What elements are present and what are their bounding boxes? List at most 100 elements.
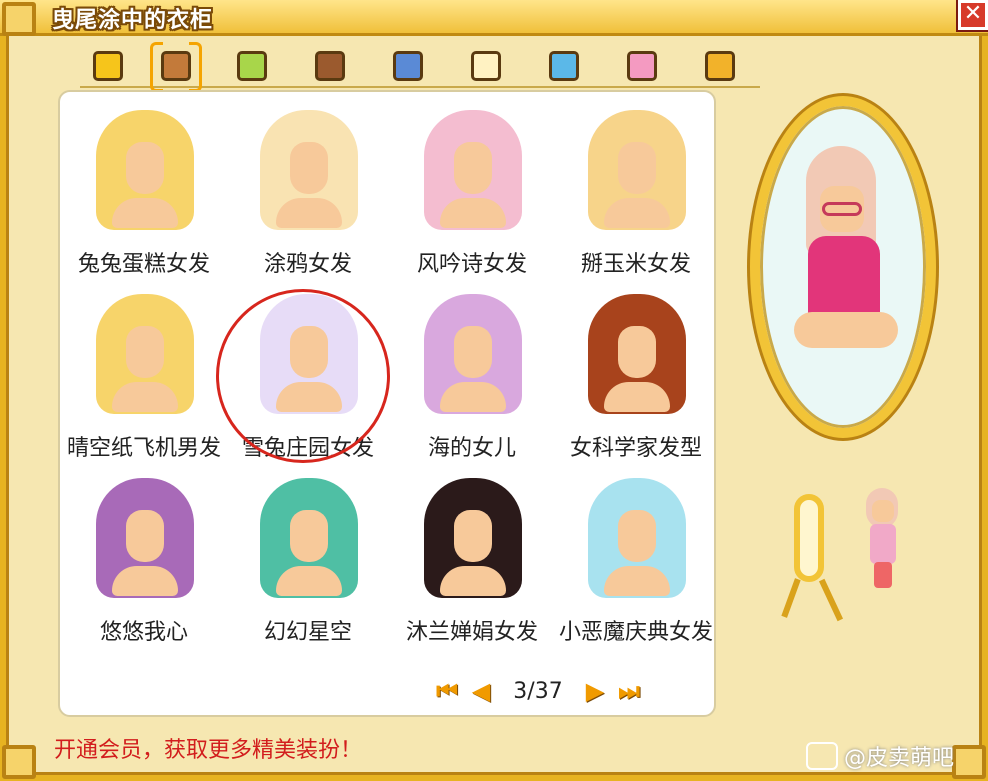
window-title: 曳尾涂中的衣柜 — [52, 8, 214, 33]
avatar-preview — [794, 146, 898, 386]
face — [454, 326, 492, 378]
shirt-icon — [237, 51, 267, 81]
mini-avatar-face — [872, 500, 894, 522]
category-tabs — [80, 40, 760, 92]
hair-item[interactable]: 沐兰婵娟女发 — [390, 468, 554, 652]
hair-preview — [96, 294, 194, 429]
corner-ornament — [952, 745, 986, 779]
hair-preview — [260, 478, 358, 613]
weibo-icon — [806, 742, 838, 770]
tab-hair[interactable] — [150, 42, 202, 92]
next-page-button[interactable]: ▶ — [578, 677, 612, 705]
torso — [440, 382, 506, 412]
face — [618, 142, 656, 194]
tab-star[interactable] — [86, 44, 130, 88]
standing-mirror-icon[interactable] — [780, 494, 852, 626]
hair-preview — [96, 478, 194, 613]
tab-shirt[interactable] — [230, 44, 274, 88]
corner-ornament — [2, 2, 36, 36]
corner-ornament — [2, 745, 36, 779]
hair-item-label: 风吟诗女发 — [416, 252, 527, 277]
hair-preview — [424, 478, 522, 613]
hair-item[interactable]: 海的女儿 — [390, 284, 554, 468]
hair-item-label: 涂鸦女发 — [263, 252, 352, 277]
preview-mirror — [750, 96, 936, 438]
hair-preview — [588, 478, 686, 613]
hair-item[interactable]: 兔兔蛋糕女发 — [62, 100, 226, 284]
star-icon — [93, 51, 123, 81]
watermark: @皮卖萌吧 — [806, 740, 954, 772]
face — [290, 510, 328, 562]
torso — [604, 198, 670, 228]
hair-item-label: 小恶魔庆典女发 — [558, 620, 713, 645]
mirror-leg — [781, 578, 801, 618]
hair-item[interactable]: 小恶魔庆典女发 — [554, 468, 718, 652]
mirror-leg — [818, 578, 844, 622]
hair-item-label: 沐兰婵娟女发 — [405, 620, 538, 645]
torso — [276, 566, 342, 596]
page-indicator: 3/37 — [513, 678, 563, 704]
hair-item-label: 晴空纸飞机男发 — [66, 436, 221, 461]
face — [454, 142, 492, 194]
tab-skirt[interactable] — [386, 44, 430, 88]
hair-item-label: 海的女儿 — [427, 436, 516, 461]
prev-page-button[interactable]: ◀ — [464, 677, 498, 705]
hair-item[interactable]: 女科学家发型 — [554, 284, 718, 468]
skirt-icon — [393, 51, 423, 81]
hair-preview — [260, 110, 358, 245]
hair-item[interactable]: 涂鸦女发 — [226, 100, 390, 284]
face — [126, 142, 164, 194]
tab-glasses[interactable] — [464, 44, 508, 88]
coat-icon — [315, 51, 345, 81]
hair-item[interactable]: 晴空纸飞机男发 — [62, 284, 226, 468]
first-page-button[interactable]: ⏮ — [430, 677, 464, 705]
highlight-circle — [216, 289, 390, 463]
mini-avatar — [862, 488, 902, 592]
hair-item[interactable]: 掰玉米女发 — [554, 100, 718, 284]
hat-icon — [549, 51, 579, 81]
title-bar: 曳尾涂中的衣柜 — [0, 0, 988, 36]
pagination: ⏮ ◀ 3/37 ▶ ⏭ — [430, 676, 646, 706]
hair-item[interactable]: 悠悠我心 — [62, 468, 226, 652]
hair-item-label: 幻幻星空 — [263, 620, 352, 645]
avatar-legs — [794, 312, 898, 348]
glasses-icon — [471, 51, 501, 81]
face — [126, 510, 164, 562]
hair-item-label: 悠悠我心 — [99, 620, 188, 645]
mini-avatar-legs — [874, 562, 892, 588]
hair-preview — [424, 294, 522, 429]
hair-preview — [424, 110, 522, 245]
hair-item-label: 女科学家发型 — [569, 436, 702, 461]
glasses-icon — [822, 202, 862, 216]
face — [290, 142, 328, 194]
item-grid-panel: 兔兔蛋糕女发 涂鸦女发 风吟诗女发 掰玉米女发 晴空纸飞机男发 雪兔庄园女发 海的女儿 女科学… — [58, 90, 716, 717]
watermark-text: @皮卖萌吧 — [844, 746, 955, 771]
torso — [440, 566, 506, 596]
tab-outfit[interactable] — [698, 44, 742, 88]
face — [126, 326, 164, 378]
hair-item[interactable]: 幻幻星空 — [226, 468, 390, 652]
vip-promo-text[interactable]: 开通会员，获取更多精美装扮！ — [54, 732, 362, 764]
hair-item[interactable]: 风吟诗女发 — [390, 100, 554, 284]
tab-coat[interactable] — [308, 44, 352, 88]
mirror-glass — [794, 494, 824, 582]
torso — [604, 382, 670, 412]
torso — [112, 382, 178, 412]
hair-preview — [96, 110, 194, 245]
hair-preview — [588, 294, 686, 429]
face — [618, 326, 656, 378]
hair-icon — [161, 51, 191, 81]
torso — [440, 198, 506, 228]
close-button[interactable]: ✕ — [958, 0, 988, 30]
tab-bow[interactable] — [620, 44, 664, 88]
hair-item-label: 掰玉米女发 — [580, 252, 691, 277]
hair-preview — [588, 110, 686, 245]
torso — [112, 198, 178, 228]
torso — [112, 566, 178, 596]
torso — [276, 198, 342, 228]
last-page-button[interactable]: ⏭ — [612, 677, 646, 705]
tab-hat[interactable] — [542, 44, 586, 88]
face — [618, 510, 656, 562]
mini-avatar-body — [870, 524, 896, 564]
bow-icon — [627, 51, 657, 81]
